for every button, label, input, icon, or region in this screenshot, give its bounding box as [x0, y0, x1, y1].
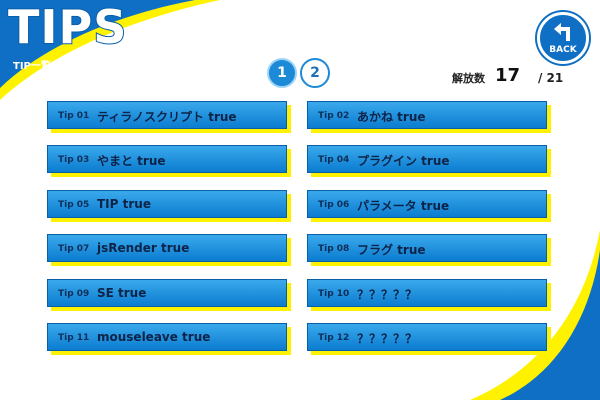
- tip-number: Tip 08: [318, 244, 350, 254]
- tip-number: Tip 09: [58, 289, 90, 299]
- tip-number: Tip 04: [318, 155, 350, 165]
- tip-card-03[interactable]: Tip 03 やまと true: [47, 145, 291, 177]
- tip-card-01[interactable]: Tip 01 ティラノスクリプト true: [47, 101, 291, 133]
- tip-card-02[interactable]: Tip 02 あかね true: [307, 101, 551, 133]
- tip-name: jsRender true: [97, 241, 190, 255]
- tip-name: mouseleave true: [97, 330, 211, 344]
- tip-name: やまと true: [97, 154, 166, 168]
- page-title: TIPS: [7, 0, 128, 54]
- tip-card-08[interactable]: Tip 08 フラグ true: [307, 234, 551, 266]
- unlock-count-value: 17: [495, 65, 521, 86]
- unlock-count-total: / 21: [538, 71, 564, 85]
- tip-number: Tip 01: [58, 111, 90, 121]
- tip-number: Tip 07: [58, 244, 90, 254]
- tip-card-04[interactable]: Tip 04 プラグイン true: [307, 145, 551, 177]
- tip-number: Tip 06: [318, 200, 350, 210]
- back-button[interactable]: BACK: [537, 12, 589, 64]
- tip-number: Tip 12: [318, 333, 350, 343]
- unlock-count-label: 解放数: [452, 72, 485, 85]
- tip-number: Tip 02: [318, 111, 350, 121]
- tip-name: ティラノスクリプト true: [97, 110, 237, 124]
- tip-name: フラグ true: [357, 243, 426, 257]
- tip-card-07[interactable]: Tip 07 jsRender true: [47, 234, 291, 266]
- page-1-button[interactable]: 1: [267, 58, 297, 88]
- tip-card-10[interactable]: Tip 10 ？？？？？: [307, 279, 551, 311]
- tip-number: Tip 03: [58, 155, 90, 165]
- back-label: BACK: [549, 45, 577, 55]
- tip-number: Tip 10: [318, 289, 350, 299]
- page-subtitle: TIP一覧: [13, 61, 51, 72]
- tip-name: パラメータ true: [357, 199, 450, 213]
- tip-number: Tip 11: [58, 333, 90, 343]
- page-2-button[interactable]: 2: [300, 58, 330, 88]
- tip-name: TIP true: [97, 197, 151, 211]
- tip-card-11[interactable]: Tip 11 mouseleave true: [47, 323, 291, 355]
- tip-card-06[interactable]: Tip 06 パラメータ true: [307, 190, 551, 222]
- tip-name: あかね true: [357, 110, 426, 124]
- tip-name: SE true: [97, 286, 147, 300]
- tip-name: ？？？？？: [357, 288, 418, 302]
- tip-card-09[interactable]: Tip 09 SE true: [47, 279, 291, 311]
- tip-card-05[interactable]: Tip 05 TIP true: [47, 190, 291, 222]
- tip-card-12[interactable]: Tip 12 ？？？？？: [307, 323, 551, 355]
- tip-number: Tip 05: [58, 200, 90, 210]
- return-arrow-icon: [554, 23, 570, 41]
- tip-name: ？？？？？: [357, 332, 418, 346]
- tip-name: プラグイン true: [357, 154, 450, 168]
